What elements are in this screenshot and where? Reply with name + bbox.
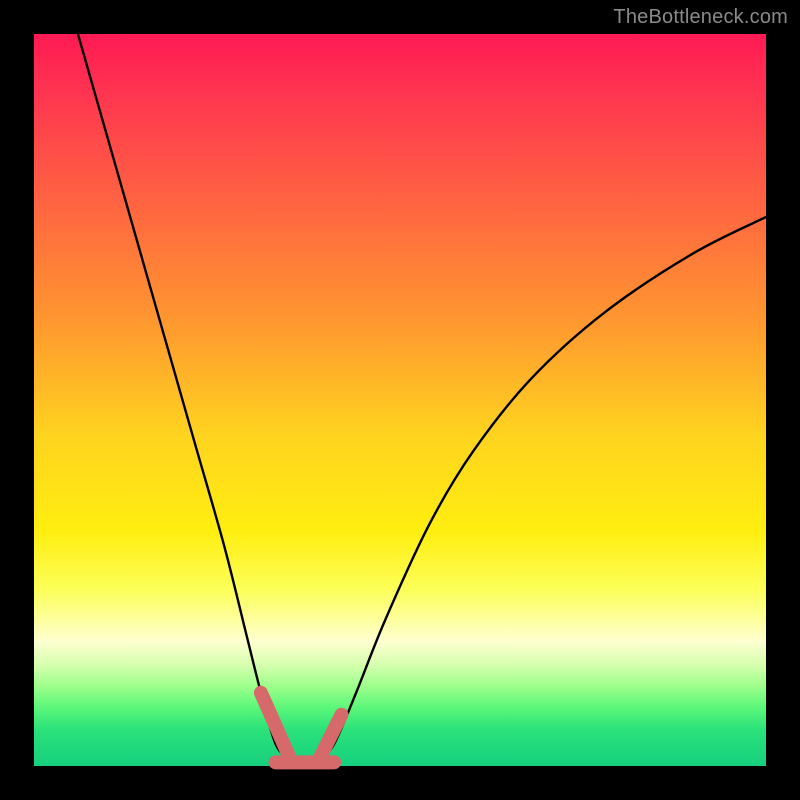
- chart-frame: TheBottleneck.com: [0, 0, 800, 800]
- marker-right: [319, 715, 341, 759]
- curve-layer: [34, 34, 766, 766]
- bottleneck-curve: [78, 34, 766, 766]
- watermark-text: TheBottleneck.com: [613, 6, 788, 29]
- plot-area: [34, 34, 766, 766]
- marker-left: [261, 693, 290, 759]
